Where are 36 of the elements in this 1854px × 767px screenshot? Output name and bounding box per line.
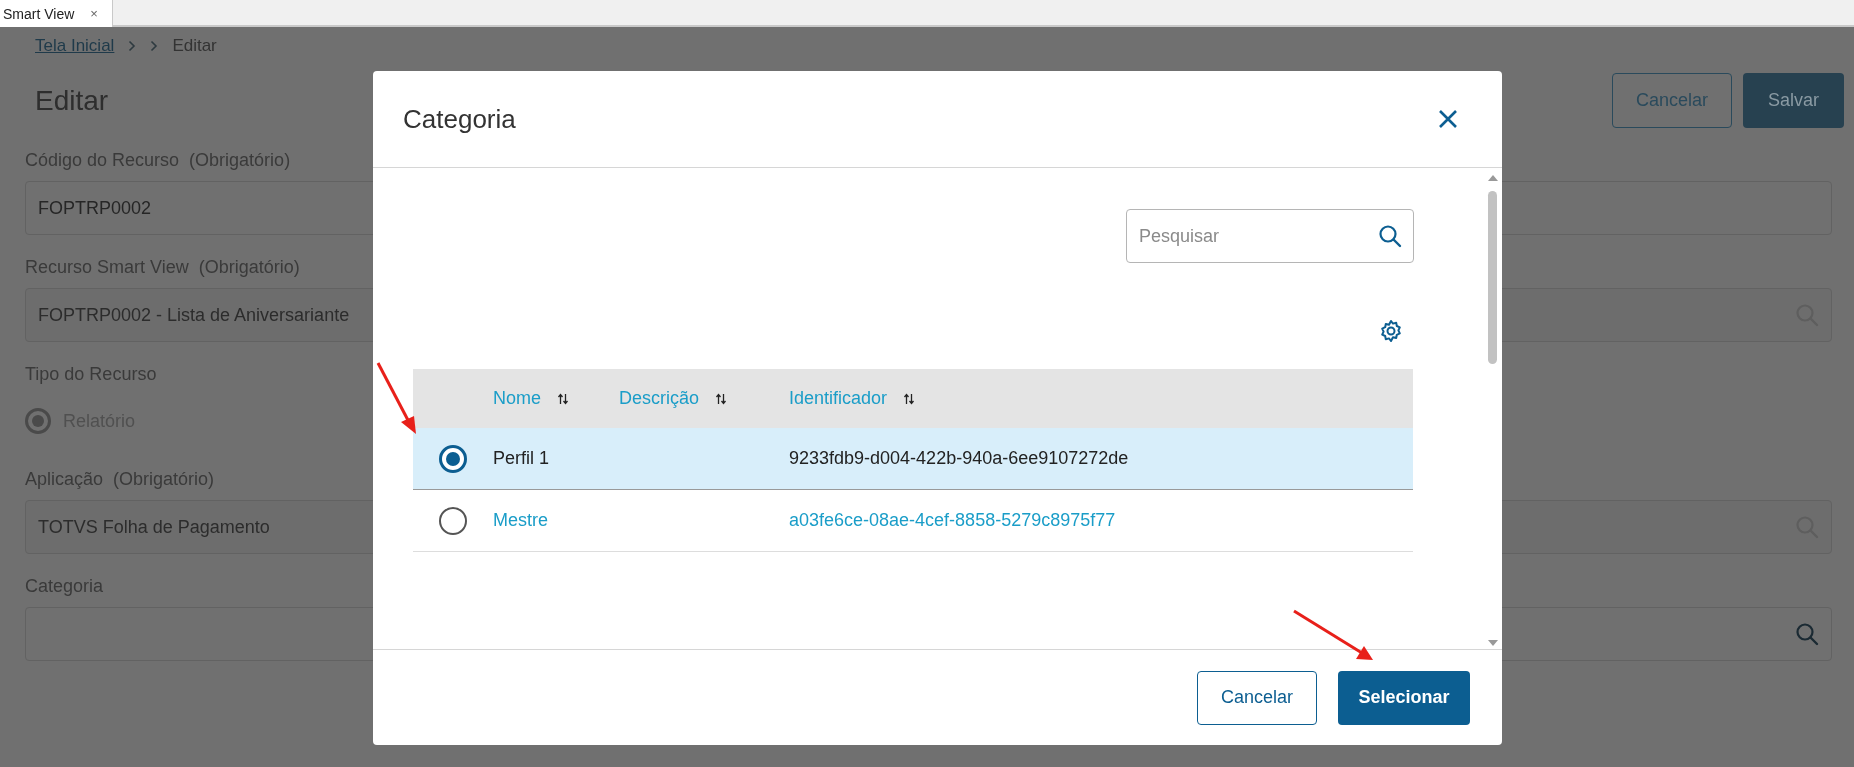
breadcrumb-current: Editar xyxy=(172,36,217,56)
cancel-button[interactable]: Cancelar xyxy=(1612,73,1732,128)
page-title: Editar xyxy=(35,84,109,117)
table-cell: Mestre xyxy=(493,510,548,530)
search-icon[interactable] xyxy=(1795,622,1819,646)
app-tab[interactable]: Smart View × xyxy=(0,0,113,27)
radio-button[interactable] xyxy=(439,506,467,535)
radio-button[interactable] xyxy=(25,408,51,434)
save-button[interactable]: Salvar xyxy=(1743,73,1844,128)
sort-icon[interactable] xyxy=(557,392,569,405)
tab-close[interactable]: × xyxy=(90,6,98,21)
table-cell: 9233fdb9-d004-422b-940a-6ee9107272de xyxy=(789,448,1129,468)
tab-label: Smart View xyxy=(3,5,75,22)
search-field[interactable]: Pesquisar xyxy=(1126,209,1414,263)
column-header[interactable]: Identificador xyxy=(789,388,888,409)
chevron-icon xyxy=(128,40,137,52)
column-header[interactable]: Nome xyxy=(493,388,541,409)
select-button[interactable]: Selecionar xyxy=(1338,670,1470,725)
scroll-thumb[interactable] xyxy=(1488,191,1497,364)
settings-icon[interactable] xyxy=(1379,319,1403,343)
table-row[interactable]: Mestre a03fe6ce-08ae-4cef-8858-5279c8975f77 xyxy=(413,490,1413,552)
arrow-drawing xyxy=(376,362,416,434)
cancel-button[interactable]: Cancelar xyxy=(1197,670,1317,725)
search-icon[interactable] xyxy=(1378,224,1402,248)
close-icon[interactable] xyxy=(1438,109,1458,129)
sort-icon[interactable] xyxy=(903,392,916,405)
table-cell: Perfil 1 xyxy=(493,448,550,468)
dialog-title: Categoria xyxy=(403,103,516,135)
table-row[interactable]: Perfil 1 9233fdb9-d004-422b-940a-6ee9107272de xyxy=(413,428,1413,490)
column-header[interactable]: Descrição xyxy=(619,388,700,409)
table-cell: a03fe6ce-08ae-4cef-8858-5279c8975f77 xyxy=(789,510,1116,530)
chevron-icon xyxy=(150,40,159,52)
scroll-down-icon[interactable] xyxy=(1488,639,1498,647)
radio-button[interactable] xyxy=(439,444,467,473)
breadcrumb-link[interactable]: Tela Inicial xyxy=(35,36,115,56)
sort-icon[interactable] xyxy=(715,392,728,405)
